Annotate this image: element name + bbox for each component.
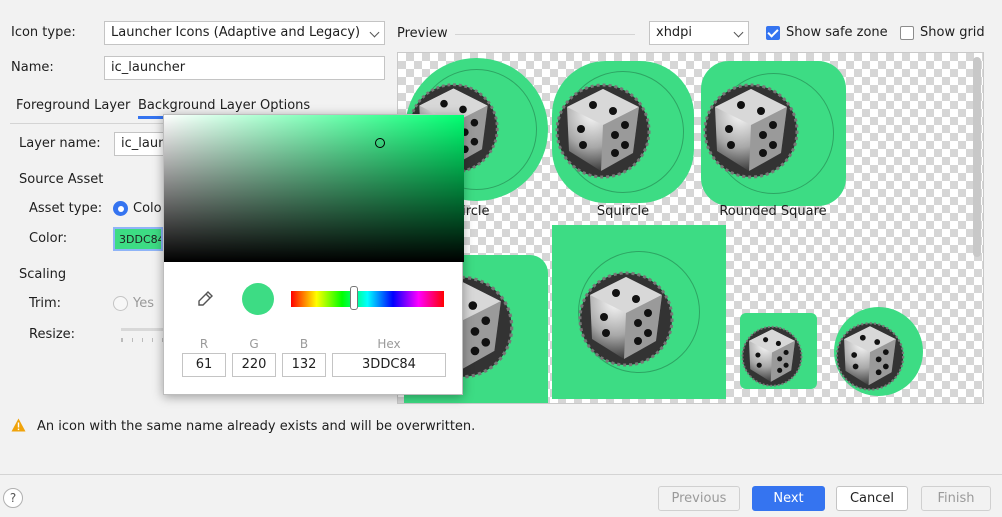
- preview-scrollbar[interactable]: [973, 57, 981, 257]
- hue-slider[interactable]: [291, 286, 444, 310]
- density-value: xhdpi: [656, 25, 693, 40]
- preview-label: Preview: [397, 26, 448, 41]
- layer-name-label: Layer name:: [19, 136, 101, 151]
- show-safe-zone-checkbox[interactable]: [766, 26, 780, 40]
- next-button[interactable]: Next: [752, 486, 825, 511]
- scaling-heading: Scaling: [19, 267, 67, 282]
- resize-slider[interactable]: [121, 328, 163, 331]
- b-input[interactable]: 132: [282, 353, 326, 377]
- radio-dot: [117, 205, 124, 212]
- show-grid-checkbox[interactable]: [900, 26, 914, 40]
- hue-slider-thumb[interactable]: [349, 286, 358, 310]
- saturation-value-area[interactable]: [164, 115, 464, 262]
- icon-type-label: Icon type:: [11, 25, 76, 40]
- g-input[interactable]: 220: [232, 353, 276, 377]
- source-asset-heading: Source Asset: [19, 172, 104, 187]
- show-grid-label: Show grid: [920, 25, 985, 40]
- warning-message: An icon with the same name already exist…: [37, 419, 476, 434]
- help-button[interactable]: ?: [3, 488, 23, 508]
- dice-icon: [576, 267, 676, 367]
- asset-type-label: Asset type:: [29, 201, 103, 216]
- color-swatch-field[interactable]: 3DDC84: [113, 227, 163, 251]
- dice-icon: [740, 323, 804, 387]
- density-dropdown[interactable]: xhdpi: [649, 21, 749, 45]
- g-label: G: [249, 337, 259, 351]
- dice-icon: [553, 79, 653, 179]
- resize-label: Resize:: [29, 327, 76, 342]
- hex-label: Hex: [377, 337, 401, 351]
- asset-type-color-radio[interactable]: [113, 201, 128, 216]
- resize-slider-ticks: [121, 338, 163, 342]
- hex-input[interactable]: 3DDC84: [332, 353, 446, 377]
- color-label: Color:: [29, 231, 68, 246]
- preview-panel: Circle Squircle Rounded Square: [397, 52, 984, 404]
- shape-label-rounded-square: Rounded Square: [719, 204, 827, 219]
- warning-icon: [11, 418, 26, 432]
- tab-foreground-layer[interactable]: Foreground Layer: [16, 98, 130, 113]
- preview-divider: [455, 34, 635, 35]
- tab-background-layer[interactable]: Background Layer: [138, 98, 256, 119]
- color-picker-popup: R G B Hex 61 220 132 3DDC84: [163, 114, 464, 395]
- dice-icon: [701, 79, 801, 179]
- current-color-swatch: [242, 283, 274, 315]
- asset-type-option-label: Colo: [133, 201, 162, 216]
- chevron-down-icon: [733, 27, 744, 38]
- name-label: Name:: [11, 60, 54, 75]
- footer-divider: [0, 474, 1002, 475]
- name-input[interactable]: ic_launcher: [104, 56, 385, 80]
- trim-yes-label: Yes: [133, 296, 154, 311]
- previous-button[interactable]: Previous: [658, 486, 740, 511]
- chevron-down-icon: [369, 27, 380, 38]
- trim-label: Trim:: [29, 296, 62, 311]
- saturation-value-cursor[interactable]: [375, 137, 385, 148]
- r-input[interactable]: 61: [182, 353, 226, 377]
- dice-icon: [834, 319, 906, 391]
- tab-options[interactable]: Options: [260, 98, 310, 113]
- shape-label-squircle: Squircle: [596, 204, 650, 219]
- r-label: R: [199, 337, 209, 351]
- finish-button[interactable]: Finish: [921, 486, 991, 511]
- color-hex-value: 3DDC84: [119, 233, 163, 246]
- cancel-button[interactable]: Cancel: [836, 486, 908, 511]
- icon-type-value: Launcher Icons (Adaptive and Legacy): [111, 25, 361, 40]
- eyedropper-icon[interactable]: [194, 288, 216, 310]
- trim-yes-radio[interactable]: [113, 296, 128, 311]
- b-label: B: [299, 337, 309, 351]
- icon-type-dropdown[interactable]: Launcher Icons (Adaptive and Legacy): [104, 21, 385, 45]
- show-safe-zone-label: Show safe zone: [786, 25, 888, 40]
